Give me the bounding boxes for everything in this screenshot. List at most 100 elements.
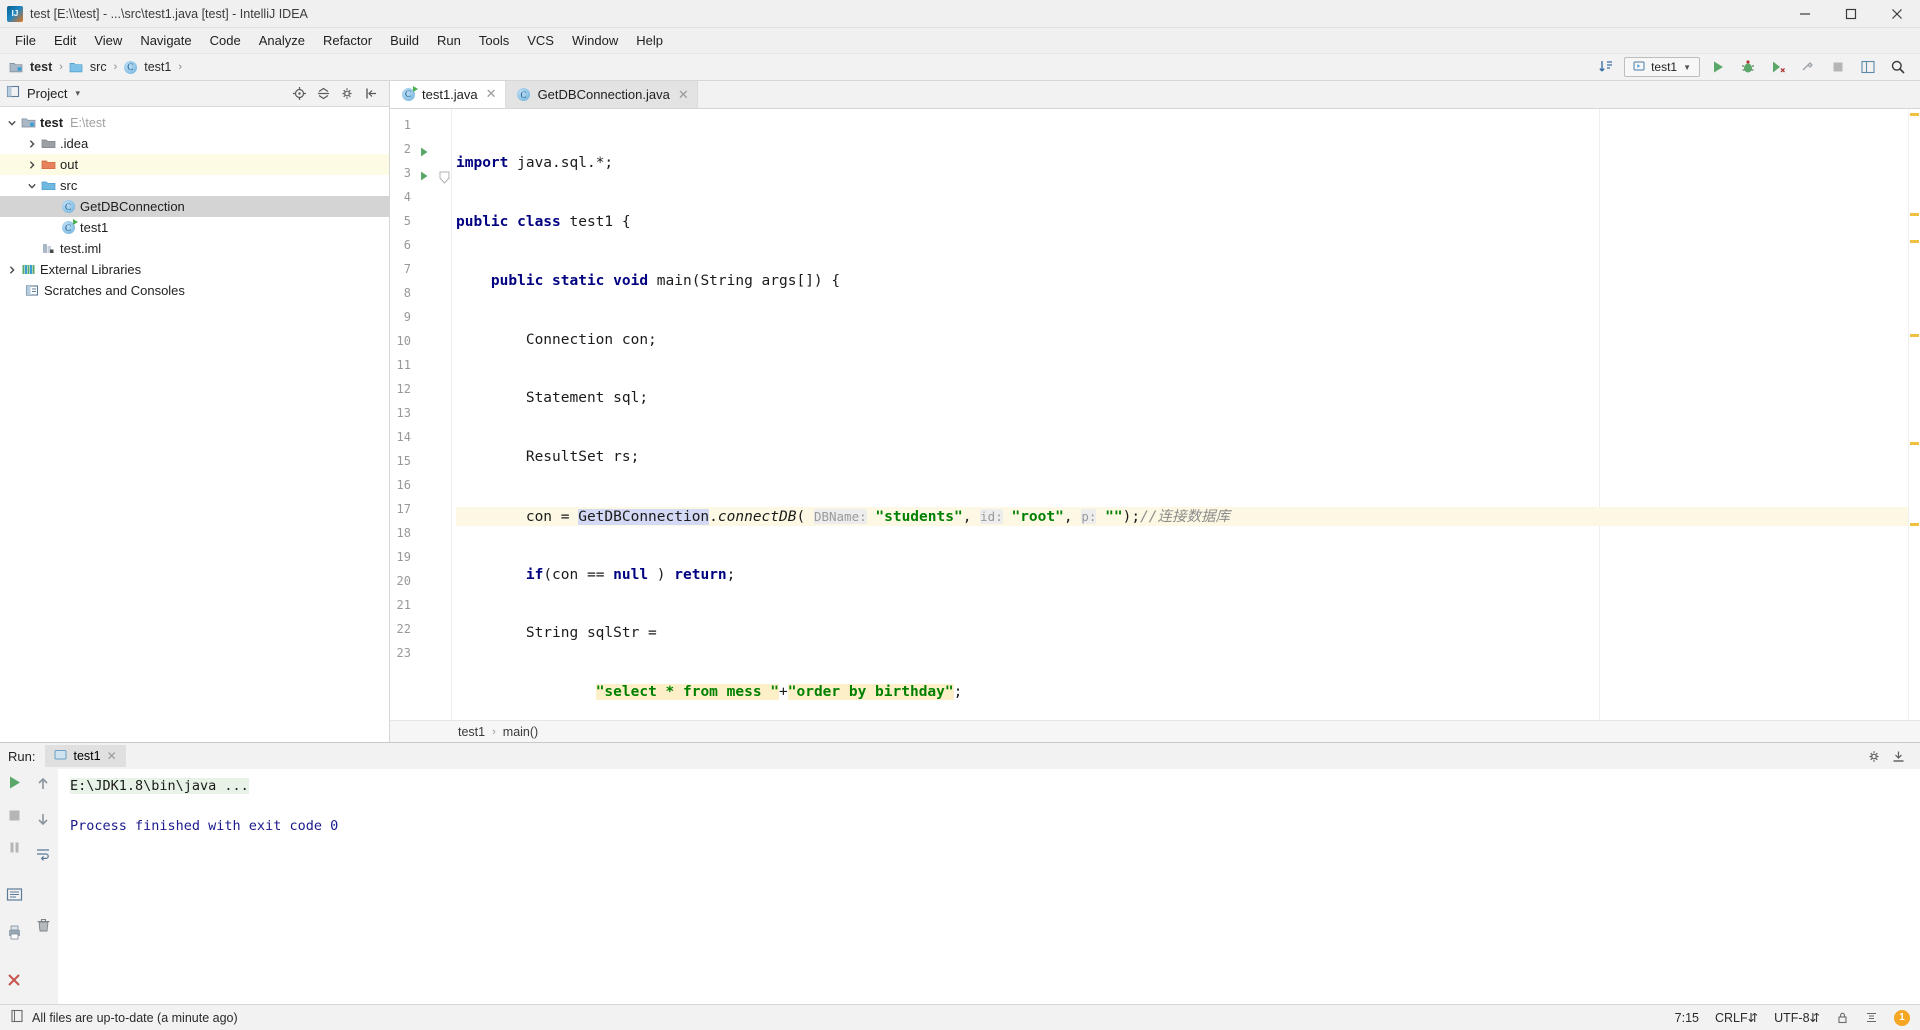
chevron-right-icon[interactable] [24, 139, 40, 149]
clear-all-icon[interactable] [35, 917, 52, 939]
collapse-all-icon[interactable] [311, 83, 335, 105]
menu-vcs[interactable]: VCS [518, 30, 563, 51]
warning-marker[interactable] [1910, 334, 1919, 337]
close-icon[interactable]: ✕ [107, 749, 117, 763]
file-encoding[interactable]: UTF-8⇵ [1774, 1010, 1820, 1025]
menu-run[interactable]: Run [428, 30, 470, 51]
menu-build[interactable]: Build [381, 30, 428, 51]
tree-item-test1[interactable]: C test1 [0, 217, 389, 238]
close-icon[interactable]: ✕ [486, 86, 497, 102]
menu-navigate[interactable]: Navigate [131, 30, 200, 51]
code-line[interactable]: String sqlStr = [456, 624, 1908, 644]
warning-marker[interactable] [1910, 442, 1919, 445]
chevron-down-icon[interactable] [24, 181, 40, 191]
warning-marker[interactable] [1910, 213, 1919, 216]
tree-item-out[interactable]: out [0, 154, 389, 175]
breadcrumb-class[interactable]: test1 [458, 725, 485, 739]
code-line[interactable]: import java.sql.*; [456, 154, 1908, 174]
warning-marker[interactable] [1910, 523, 1919, 526]
code-editor[interactable]: 1 2 3 4 5 6 7 8 9 10 11 12 13 14 15 16 1 [390, 109, 1920, 720]
build-icon[interactable] [1796, 56, 1820, 78]
scroll-down-icon[interactable] [35, 811, 51, 832]
run-gutter-icon[interactable] [418, 143, 430, 162]
close-button[interactable] [1874, 0, 1920, 28]
run-tab-test1[interactable]: test1 ✕ [45, 745, 126, 767]
code-line[interactable]: Statement sql; [456, 389, 1908, 409]
breadcrumb-src[interactable]: src [68, 59, 109, 75]
tree-item-idea[interactable]: .idea [0, 133, 389, 154]
pause-icon[interactable] [7, 840, 22, 860]
search-icon[interactable] [1886, 56, 1910, 78]
hide-panel-icon[interactable] [1886, 745, 1910, 767]
maximize-button[interactable] [1828, 0, 1874, 28]
code-line[interactable]: ResultSet rs; [456, 448, 1908, 468]
code-line[interactable]: if(con == null ) return; [456, 566, 1908, 586]
breadcrumb-method[interactable]: main() [503, 725, 538, 739]
layout-icon[interactable] [1856, 56, 1880, 78]
sort-icon[interactable] [1594, 56, 1618, 78]
trace-icon[interactable] [6, 886, 23, 908]
menu-refactor[interactable]: Refactor [314, 30, 381, 51]
lock-icon[interactable] [1836, 1011, 1849, 1024]
editor-gutter[interactable]: 1 2 3 4 5 6 7 8 9 10 11 12 13 14 15 16 1 [390, 109, 452, 720]
tree-item-test[interactable]: test E:\test [0, 112, 389, 133]
tree-item-label: src [60, 178, 78, 193]
menu-analyze[interactable]: Analyze [250, 30, 314, 51]
run-configuration-selector[interactable]: test1 ▼ [1624, 57, 1700, 77]
indent-icon[interactable] [1865, 1011, 1878, 1024]
rerun-icon[interactable] [6, 774, 23, 796]
caret-position[interactable]: 7:15 [1675, 1011, 1699, 1025]
gear-icon[interactable] [1862, 745, 1886, 767]
chevron-right-icon[interactable] [24, 160, 40, 170]
scroll-up-icon[interactable] [35, 776, 51, 797]
code-line[interactable]: "select * from mess "+"order by birthday… [456, 683, 1908, 703]
menu-file[interactable]: File [6, 30, 45, 51]
code-line[interactable]: public static void main(String args[]) { [456, 272, 1908, 292]
tree-item-external-libraries[interactable]: External Libraries [0, 259, 389, 280]
menu-view[interactable]: View [85, 30, 131, 51]
chevron-down-icon[interactable] [4, 118, 20, 128]
run-with-coverage-icon[interactable] [1766, 56, 1790, 78]
code-fold-marker[interactable] [439, 170, 450, 189]
breadcrumb-test[interactable]: test [8, 59, 54, 75]
close-icon[interactable]: ✕ [678, 87, 689, 103]
chevron-right-icon[interactable] [4, 265, 20, 275]
print-icon[interactable] [6, 924, 23, 946]
minimize-button[interactable] [1782, 0, 1828, 28]
code-line[interactable]: public class test1 { [456, 213, 1908, 233]
line-number: 23 [396, 646, 411, 660]
close-icon[interactable] [6, 972, 22, 993]
editor-scrollbar[interactable] [1908, 109, 1920, 720]
hide-panel-icon[interactable] [359, 83, 383, 105]
code-line-highlighted[interactable]: con = GetDBConnection.connectDB( DBName:… [456, 506, 1908, 527]
breadcrumb-separator: › [113, 61, 118, 73]
debug-icon[interactable] [1736, 56, 1760, 78]
notification-badge[interactable]: 1 [1894, 1009, 1910, 1026]
menu-help[interactable]: Help [627, 30, 672, 51]
editor-tab-getdbconnection[interactable]: C GetDBConnection.java ✕ [505, 81, 698, 108]
locate-icon[interactable] [287, 83, 311, 105]
menu-code[interactable]: Code [201, 30, 250, 51]
code-content[interactable]: import java.sql.*; public class test1 { … [452, 109, 1908, 720]
run-gutter-icon[interactable] [418, 167, 430, 186]
warning-marker[interactable] [1910, 113, 1919, 116]
menu-edit[interactable]: Edit [45, 30, 85, 51]
chevron-down-icon[interactable]: ▾ [75, 88, 80, 99]
stop-icon[interactable] [7, 808, 22, 828]
menu-window[interactable]: Window [563, 30, 627, 51]
tree-item-scratches[interactable]: Scratches and Consoles [0, 280, 389, 301]
gear-icon[interactable] [335, 83, 359, 105]
line-separator[interactable]: CRLF⇵ [1715, 1010, 1758, 1025]
tree-item-test-iml[interactable]: test.iml [0, 238, 389, 259]
soft-wrap-icon[interactable] [35, 846, 51, 867]
editor-tab-test1[interactable]: C test1.java ✕ [390, 81, 506, 108]
run-icon[interactable] [1706, 56, 1730, 78]
breadcrumb-test1[interactable]: C test1 [122, 59, 173, 75]
stop-icon[interactable] [1826, 56, 1850, 78]
tree-item-src[interactable]: src [0, 175, 389, 196]
tree-item-getdbconnection[interactable]: C GetDBConnection [0, 196, 389, 217]
run-console-output[interactable]: E:\JDK1.8\bin\java ... Process finished … [58, 769, 1920, 1004]
code-line[interactable]: Connection con; [456, 331, 1908, 351]
warning-marker[interactable] [1910, 240, 1919, 243]
menu-tools[interactable]: Tools [470, 30, 518, 51]
